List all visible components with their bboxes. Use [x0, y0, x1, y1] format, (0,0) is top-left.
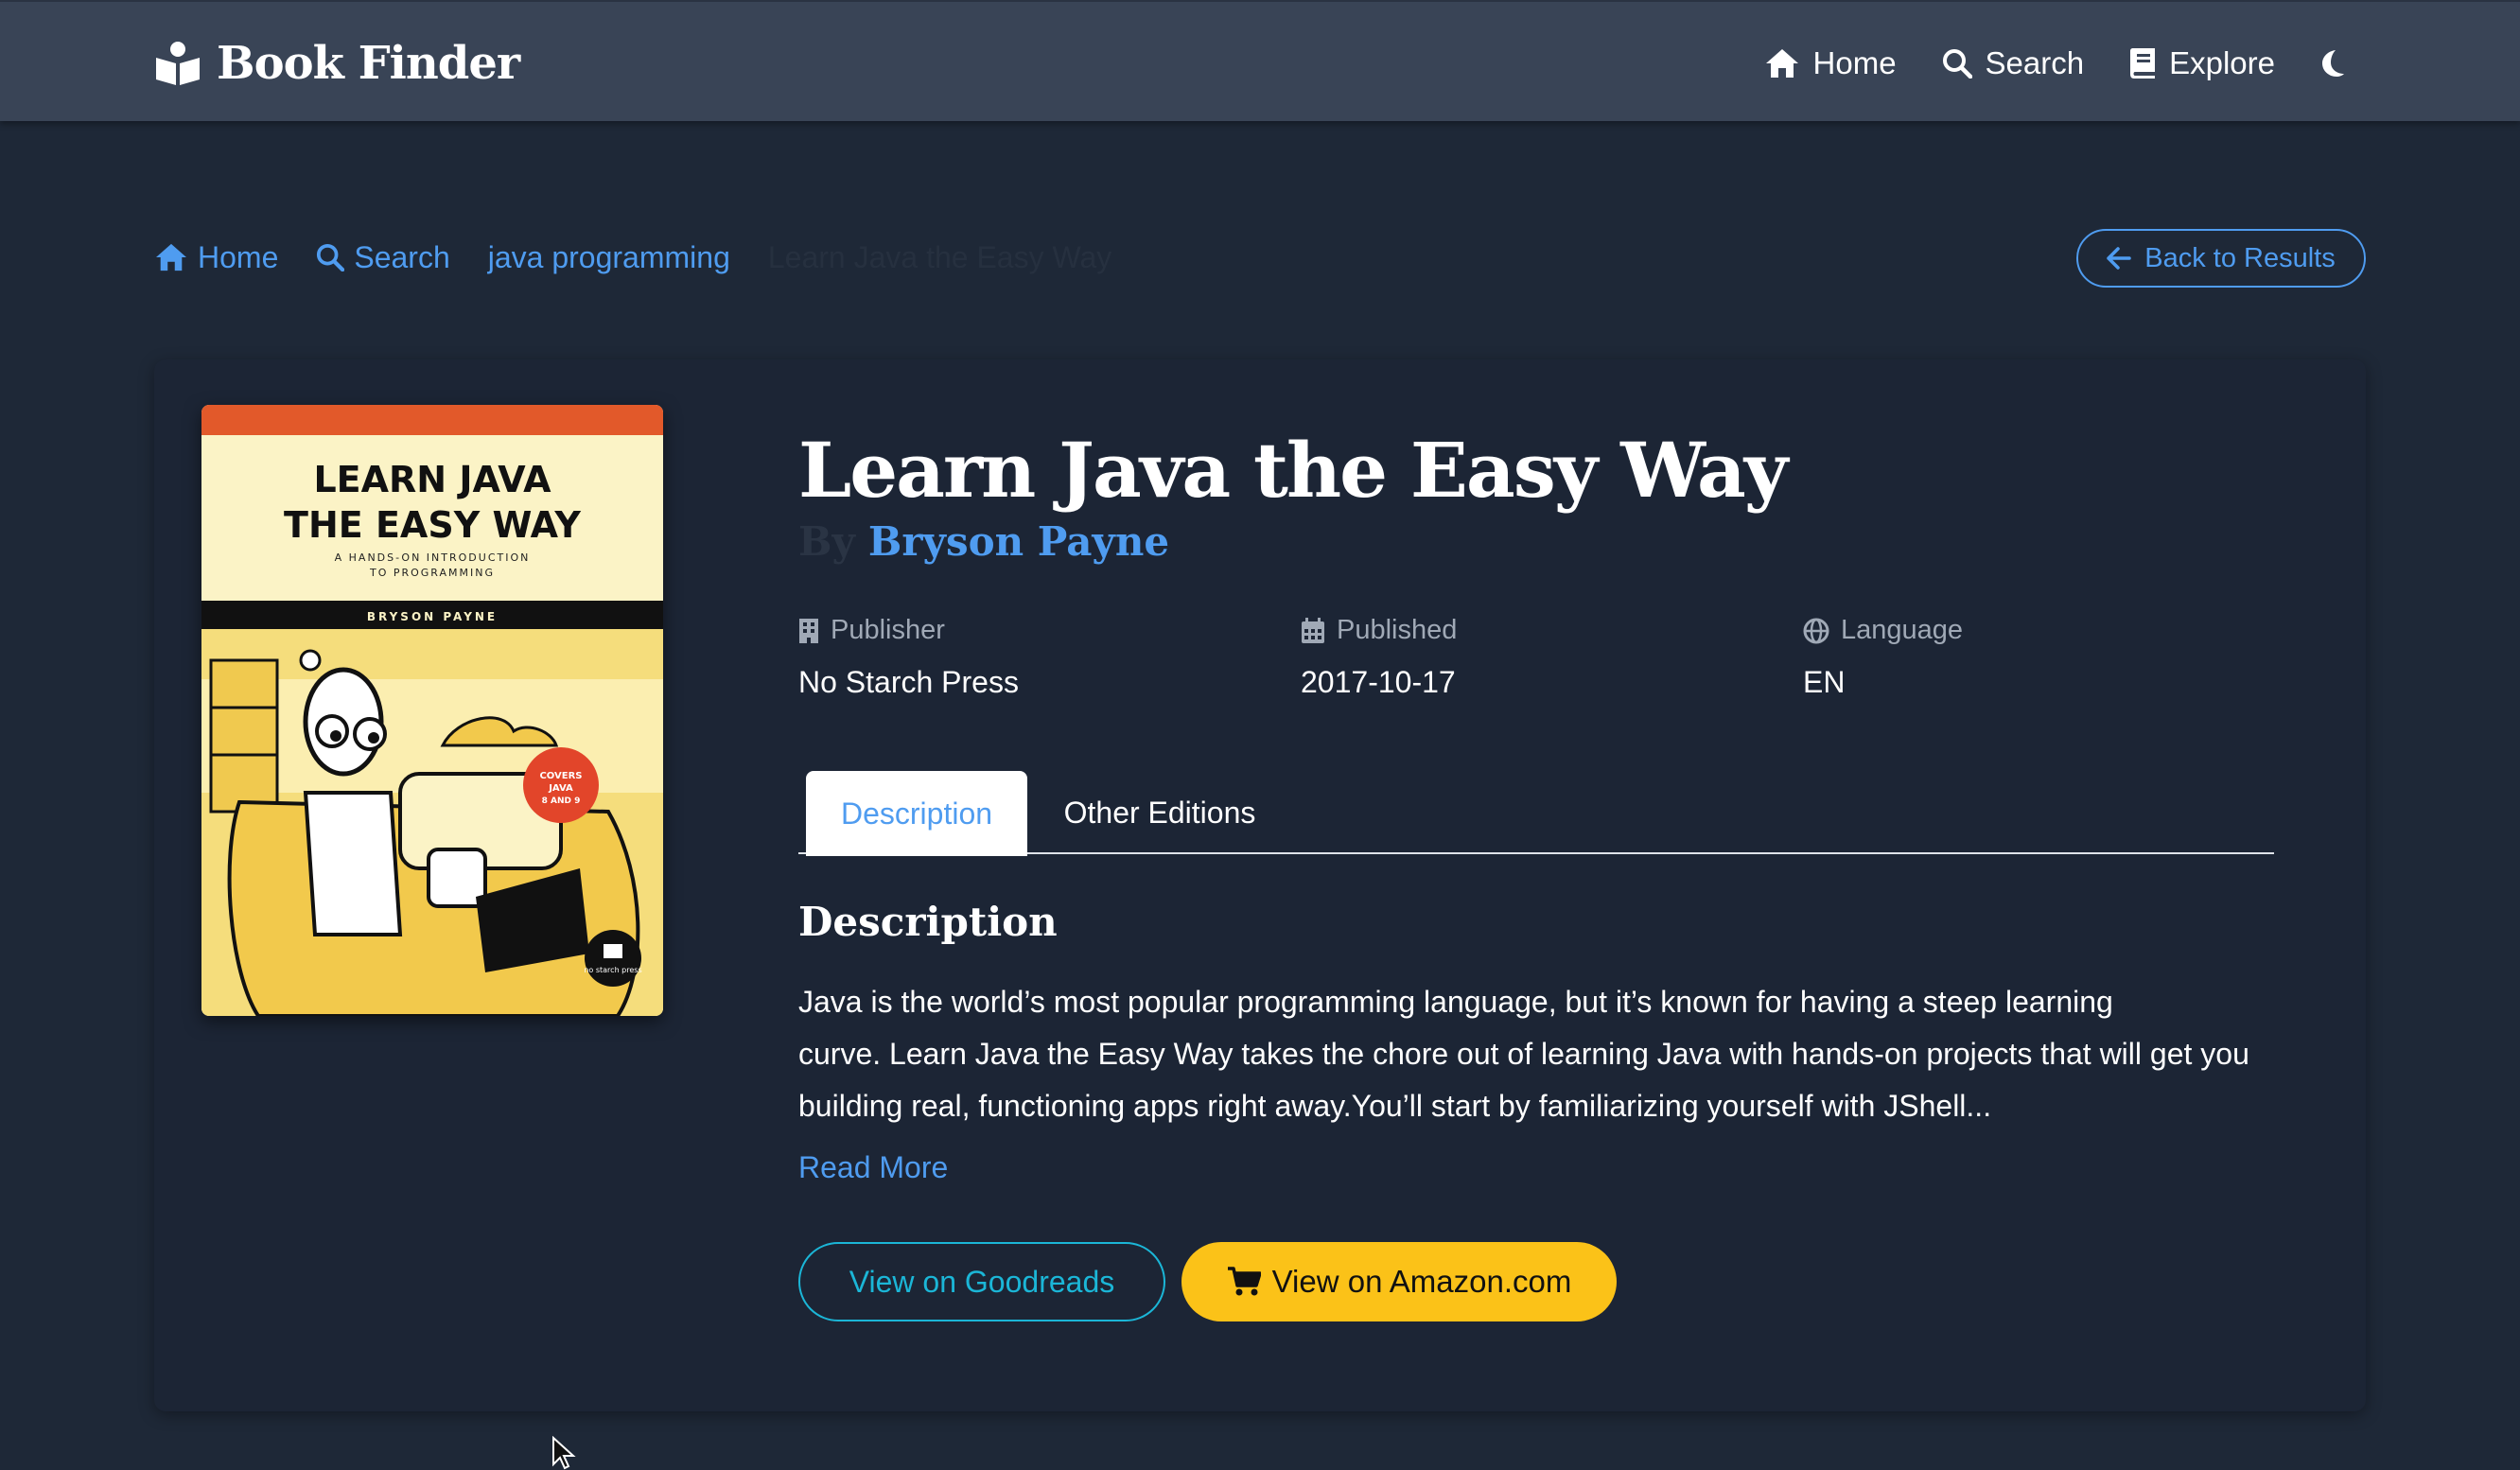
cover-illustration: LEARN JAVA THE EASY WAY A HANDS-ON INTRO… — [201, 405, 663, 1016]
globe-icon — [1803, 618, 1829, 643]
breadcrumb-search-label: Search — [354, 239, 450, 274]
published-label: Published — [1337, 615, 1458, 645]
published-value: 2017-10-17 — [1301, 665, 1456, 699]
breadcrumb: Home Search java programming Learn Java … — [154, 231, 1111, 284]
description-line: curve. Learn Java the Easy Way takes the… — [798, 1037, 2249, 1071]
nav-explore-label: Explore — [2169, 45, 2275, 80]
breadcrumb-home-label: Home — [198, 239, 279, 274]
nav-search[interactable]: Search — [1942, 45, 2085, 81]
breadcrumb-query[interactable]: java programming — [488, 240, 730, 275]
book-cover-image: LEARN JAVA THE EASY WAY A HANDS-ON INTRO… — [201, 405, 663, 1016]
cover-badge-line2: JAVA — [548, 783, 573, 794]
published-label-row: Published — [1301, 615, 1457, 646]
amazon-button-label: View on Amazon.com — [1271, 1264, 1572, 1299]
building-icon — [799, 618, 818, 643]
home-icon — [156, 243, 186, 271]
language-label: Language — [1841, 615, 1964, 645]
nav-links: Home Search Explore — [1764, 30, 2520, 96]
cover-subtitle-line1: A HANDS-ON INTRODUCTION — [335, 551, 531, 564]
cover-author: BRYSON PAYNE — [367, 610, 498, 623]
back-to-results-button[interactable]: Back to Results — [2076, 229, 2366, 288]
book-icon — [2130, 48, 2156, 79]
cart-icon — [1227, 1267, 1261, 1296]
nav-home[interactable]: Home — [1764, 45, 1897, 81]
cover-title-line1: LEARN JAVA — [313, 459, 551, 500]
read-more-link[interactable]: Read More — [798, 1150, 948, 1185]
brand-logo[interactable]: Book Finder — [154, 30, 520, 96]
cover-publisher-logo: no starch press — [584, 966, 641, 974]
search-icon — [1942, 49, 1972, 79]
book-detail-card: LEARN JAVA THE EASY WAY A HANDS-ON INTRO… — [154, 359, 2366, 1411]
breadcrumb-home[interactable]: Home — [154, 240, 278, 275]
breadcrumb-search[interactable]: Search — [316, 239, 450, 275]
home-icon — [1765, 49, 1798, 78]
view-on-goodreads-button[interactable]: View on Goodreads — [798, 1242, 1165, 1321]
book-byline: By Bryson Payne — [798, 518, 1169, 565]
tab-other-editions[interactable]: Other Editions — [1046, 771, 1273, 854]
nav-search-label: Search — [1985, 45, 2085, 80]
description-heading: Description — [798, 899, 1058, 945]
by-label: By — [798, 518, 855, 565]
moon-icon — [2322, 50, 2344, 77]
language-value: EN — [1803, 665, 1846, 699]
tab-description[interactable]: Description — [806, 771, 1027, 856]
arrow-left-icon — [2107, 247, 2131, 270]
top-navbar: Book Finder Home Search Explore — [0, 0, 2520, 121]
publisher-value: No Starch Press — [798, 665, 1019, 699]
book-tabs: Description Other Editions — [798, 771, 2274, 856]
book-title: Learn Java the Easy Way — [798, 426, 1788, 515]
back-to-results-label: Back to Results — [2144, 242, 2336, 273]
breadcrumb-current: Learn Java the Easy Way — [767, 239, 1112, 274]
nav-home-label: Home — [1812, 45, 1897, 80]
brand-name: Book Finder — [217, 37, 520, 90]
publisher-info: Publisher No Starch Press — [798, 615, 1019, 700]
publisher-label-row: Publisher — [798, 615, 1019, 646]
published-info: Published 2017-10-17 — [1301, 615, 1457, 700]
description-line: building real, functioning apps right aw… — [798, 1089, 1992, 1123]
cover-subtitle-line2: TO PROGRAMMING — [369, 567, 495, 579]
cover-badge-line1: COVERS — [539, 771, 582, 781]
author-link[interactable]: Bryson Payne — [868, 518, 1169, 565]
mouse-cursor-icon — [552, 1436, 576, 1470]
description-text: Java is the world’s most popular program… — [798, 976, 2274, 1132]
calendar-icon — [1302, 617, 1324, 643]
publisher-label: Publisher — [831, 615, 945, 645]
nav-explore[interactable]: Explore — [2129, 45, 2275, 81]
book-reader-icon — [156, 42, 200, 85]
description-line: Java is the world’s most popular program… — [798, 985, 2113, 1019]
search-icon — [317, 243, 345, 271]
cover-badge-line3: 8 AND 9 — [542, 796, 581, 806]
language-label-row: Language — [1803, 615, 1963, 646]
breadcrumb-query-label: java programming — [487, 239, 730, 274]
view-on-amazon-button[interactable]: View on Amazon.com — [1181, 1242, 1617, 1321]
language-info: Language EN — [1803, 615, 1963, 700]
cover-title-line2: THE EASY WAY — [284, 504, 581, 546]
theme-toggle[interactable] — [2320, 49, 2345, 78]
goodreads-button-label: View on Goodreads — [849, 1264, 1115, 1299]
